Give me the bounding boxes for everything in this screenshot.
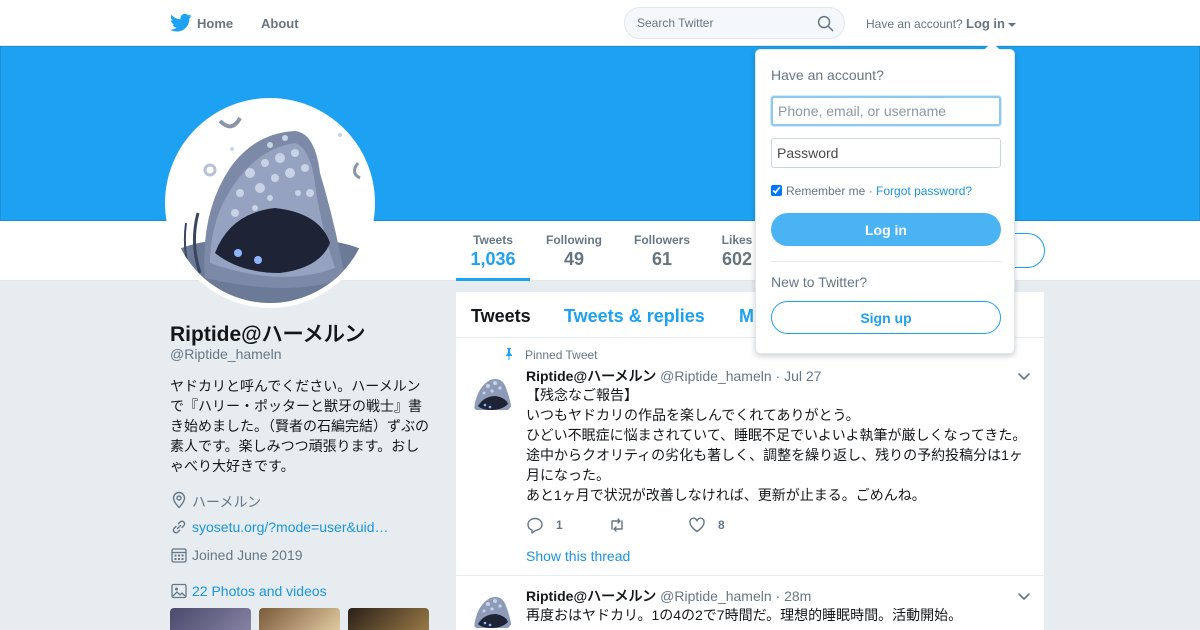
tab-tweets-and-replies[interactable]: Tweets & replies: [564, 306, 705, 327]
heart-icon: [689, 517, 705, 533]
nav-about-link[interactable]: About: [261, 16, 299, 31]
signup-button[interactable]: Sign up: [771, 301, 1001, 334]
stat-label: Followers: [633, 233, 690, 247]
stat-value: 61: [651, 249, 673, 269]
account-prompt-text: Have an account?: [866, 17, 963, 31]
tweet-item[interactable]: Riptide@ハーメルン @Riptide_hameln · 28m 再度おは…: [456, 576, 1044, 630]
tweet-text-line: 再度おはヤドカリ。1の4の2で7時間だ。理想的睡眠時間。活動開始。: [526, 607, 963, 623]
dropdown-title: Have an account?: [771, 67, 884, 83]
tab-media[interactable]: M: [739, 306, 754, 327]
profile-name: Riptide@ハーメルン: [170, 323, 366, 346]
reply-icon: [527, 517, 543, 534]
retweet-icon: [611, 518, 623, 532]
password-field[interactable]: [771, 138, 1001, 168]
location-text: ハーメルン: [192, 494, 262, 510]
profile-avatar[interactable]: [165, 98, 375, 308]
tweet-author-name[interactable]: Riptide@ハーメルン: [526, 368, 656, 384]
tweet-avatar[interactable]: [468, 586, 516, 630]
active-stat-indicator: [456, 278, 530, 281]
url-text[interactable]: syosetu.org/?mode=user&uid…: [192, 519, 389, 535]
new-to-twitter-text: New to Twitter?: [771, 274, 868, 290]
tweet-item[interactable]: Pinned Tweet Riptide@ハーメルン @Riptide_hame…: [456, 338, 1044, 576]
reply-count: 1: [556, 518, 563, 532]
remember-me-row: Remember me · Forgot password?: [771, 184, 972, 198]
username-field[interactable]: [771, 96, 1001, 126]
tweet-author-handle[interactable]: @Riptide_hameln: [660, 368, 772, 384]
nav-home-link[interactable]: Home: [197, 16, 233, 31]
show-thread-link[interactable]: Show this thread: [526, 548, 630, 564]
stat-label: Likes: [721, 233, 753, 247]
stat-value: 49: [563, 249, 585, 269]
separator-dot: ·: [868, 184, 873, 198]
media-thumbnail[interactable]: [348, 608, 429, 630]
tweet-text: 【残念なご報告】 いつもヤドカリの作品を楽しんでくれてありがとう。 ひどい不眠症…: [526, 385, 1031, 505]
media-thumbnail[interactable]: [170, 608, 251, 630]
profile-handle[interactable]: @Riptide_hameln: [170, 346, 282, 362]
dropdown-arrow: [984, 42, 1000, 50]
remember-me-label[interactable]: Remember me: [786, 184, 865, 198]
tab-tweets[interactable]: Tweets: [471, 306, 531, 327]
joined-text: Joined June 2019: [192, 547, 303, 563]
login-dropdown-toggle[interactable]: Log in: [966, 16, 1016, 31]
login-dropdown: Have an account? Remember me · Forgot pa…: [755, 42, 1015, 354]
avatar-hermit-crab-image: [170, 103, 370, 303]
search-input[interactable]: [637, 16, 807, 30]
stat-likes[interactable]: Likes 602: [720, 233, 754, 270]
tweet-header: Riptide@ハーメルン @Riptide_hameln · 28m: [526, 586, 811, 606]
link-icon: [172, 520, 186, 534]
twitter-bird-icon[interactable]: [170, 13, 192, 33]
pin-icon: [506, 348, 512, 360]
tweet-header: Riptide@ハーメルン @Riptide_hameln · Jul 27: [526, 366, 821, 386]
tweet-avatar[interactable]: [468, 368, 516, 416]
search-box: [624, 7, 845, 39]
forgot-password-link[interactable]: Forgot password?: [876, 184, 972, 198]
image-icon: [171, 583, 187, 599]
tweet-text-line: 月になった。: [526, 467, 610, 483]
login-toggle-label: Log in: [966, 16, 1005, 31]
pinned-label: Pinned Tweet: [525, 348, 598, 362]
tweet-text-line: いつもヤドカリの作品を楽しんでくれてありがとう。: [526, 407, 860, 423]
calendar-icon: [171, 548, 187, 563]
profile-bio: ヤドカリと呼んでください。ハーメルンで『ハリー・ポッターと獣牙の戦士』書き始めま…: [170, 378, 429, 474]
chevron-down-icon[interactable]: [1016, 588, 1032, 604]
stat-value: 1,036: [470, 249, 516, 269]
tweet-text-line: 途中からクオリティの劣化も著しく、調整を繰り返し、残りの予約投稿分は1ヶ: [526, 447, 1023, 463]
stat-tweets[interactable]: Tweets 1,036: [470, 233, 516, 270]
stat-followers[interactable]: Followers 61: [633, 233, 691, 270]
media-thumbnail[interactable]: [259, 608, 340, 630]
caret-down-icon: [1008, 22, 1016, 27]
tweet-text-line: あと1ヶ月で状況が改善しなければ、更新が止まる。ごめんね。: [526, 487, 926, 503]
tweet-timestamp[interactable]: · Jul 27: [776, 368, 822, 384]
top-navigation-bar: Home About Have an account? Log in: [0, 0, 1200, 46]
divider: [771, 261, 1001, 262]
stat-following[interactable]: Following 49: [545, 233, 603, 270]
tweet-timestamp[interactable]: · 28m: [776, 588, 812, 604]
tweet-author-handle[interactable]: @Riptide_hameln: [660, 588, 772, 604]
chevron-down-icon[interactable]: [1016, 368, 1032, 384]
tweet-text-line: ひどい不眠症に悩まされていて、睡眠不足でいよいよ執筆が厳しくなってきた。: [526, 427, 1027, 443]
stat-label: Following: [546, 233, 602, 247]
remember-me-checkbox[interactable]: [771, 185, 782, 196]
tweet-text-line: 【残念なご報告】: [526, 387, 638, 403]
location-pin-icon: [172, 491, 186, 509]
tweet-text: 再度おはヤドカリ。1の4の2で7時間だ。理想的睡眠時間。活動開始。: [526, 605, 1031, 625]
tweet-author-name[interactable]: Riptide@ハーメルン: [526, 588, 656, 604]
photos-text[interactable]: 22 Photos and videos: [192, 583, 327, 599]
stat-value: 602: [721, 249, 753, 269]
login-button[interactable]: Log in: [771, 213, 1001, 246]
like-count: 8: [718, 518, 725, 532]
stat-label: Tweets: [473, 233, 513, 247]
search-icon[interactable]: [817, 15, 834, 32]
